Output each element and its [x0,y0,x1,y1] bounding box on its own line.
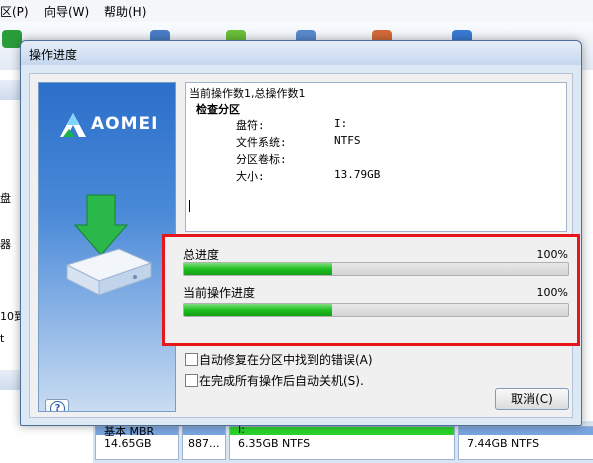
operation-count: 当前操作数1,总操作数1 [189,87,306,100]
dialog-title: 操作进度 [29,48,78,62]
current-progress-fill [184,304,332,316]
current-progress-bar [183,303,569,317]
filesystem-value: NTFS [334,134,361,147]
volume-label-label: 分区卷标: [236,153,287,166]
current-progress-label: 当前操作进度 [183,286,256,300]
left-panel-text: 盘 [0,192,11,205]
dialog-titlebar[interactable]: 操作进度 [21,41,581,65]
cancel-button[interactable]: 取消(C) [495,388,569,410]
total-progress-percent: 100% [536,248,568,261]
auto-shutdown-checkbox[interactable] [185,374,198,387]
help-icon: ? [50,401,65,411]
partition-label: 887... [188,437,220,450]
help-button[interactable]: ? [45,399,69,411]
background-menubar: 区(P) 向导(W) 帮助(H) [0,0,593,23]
drive-letter-value: I: [334,117,348,130]
operation-progress-dialog: 操作进度 AOMEI ? 当前操作数1,总操作数1 检查分区 盘符: I: 文件… [20,40,582,426]
disk-size: 14.65GB [104,437,152,450]
disk-arrow-icon [65,194,153,296]
partition-size: 7.44GB NTFS [467,437,540,450]
menu-partition[interactable]: 区(P) [0,3,29,20]
auto-fix-label[interactable]: 自动修复在分区中找到的错误(A) [199,351,373,368]
total-progress-label: 总进度 [183,248,220,262]
total-progress-bar [183,262,569,276]
auto-fix-checkbox[interactable] [185,353,198,366]
left-panel-text: 器 [0,238,11,251]
size-label: 大小: [236,170,265,183]
brand-name: AOMEI [91,114,159,134]
size-value: 13.79GB [334,168,381,181]
brand-panel: AOMEI ? [38,82,176,412]
auto-shutdown-label[interactable]: 在完成所有操作后自动关机(S). [199,372,364,389]
partition-block-selected[interactable]: I: 6.35GB NTFS [229,423,455,460]
partition-block[interactable]: 887... [182,426,226,460]
left-panel-text: t [0,332,5,345]
text-caret [189,200,190,212]
partition-block[interactable]: 7.44GB NTFS [458,426,593,460]
operation-name: 检查分区 [196,103,240,116]
disk-info[interactable]: 基本 MBR 14.65GB [95,425,179,460]
filesystem-label: 文件系统: [236,136,287,149]
partition-size: 6.35GB NTFS [238,437,311,450]
drive-letter-label: 盘符: [236,119,265,132]
operation-log[interactable]: 当前操作数1,总操作数1 检查分区 盘符: I: 文件系统: NTFS 分区卷标… [185,82,567,232]
menu-help[interactable]: 帮助(H) [104,3,146,20]
menu-wizard[interactable]: 向导(W) [44,3,89,20]
total-progress-fill [184,263,332,275]
aomei-logo-icon [60,113,86,137]
undo-icon[interactable] [2,30,22,48]
current-progress-percent: 100% [536,286,568,299]
